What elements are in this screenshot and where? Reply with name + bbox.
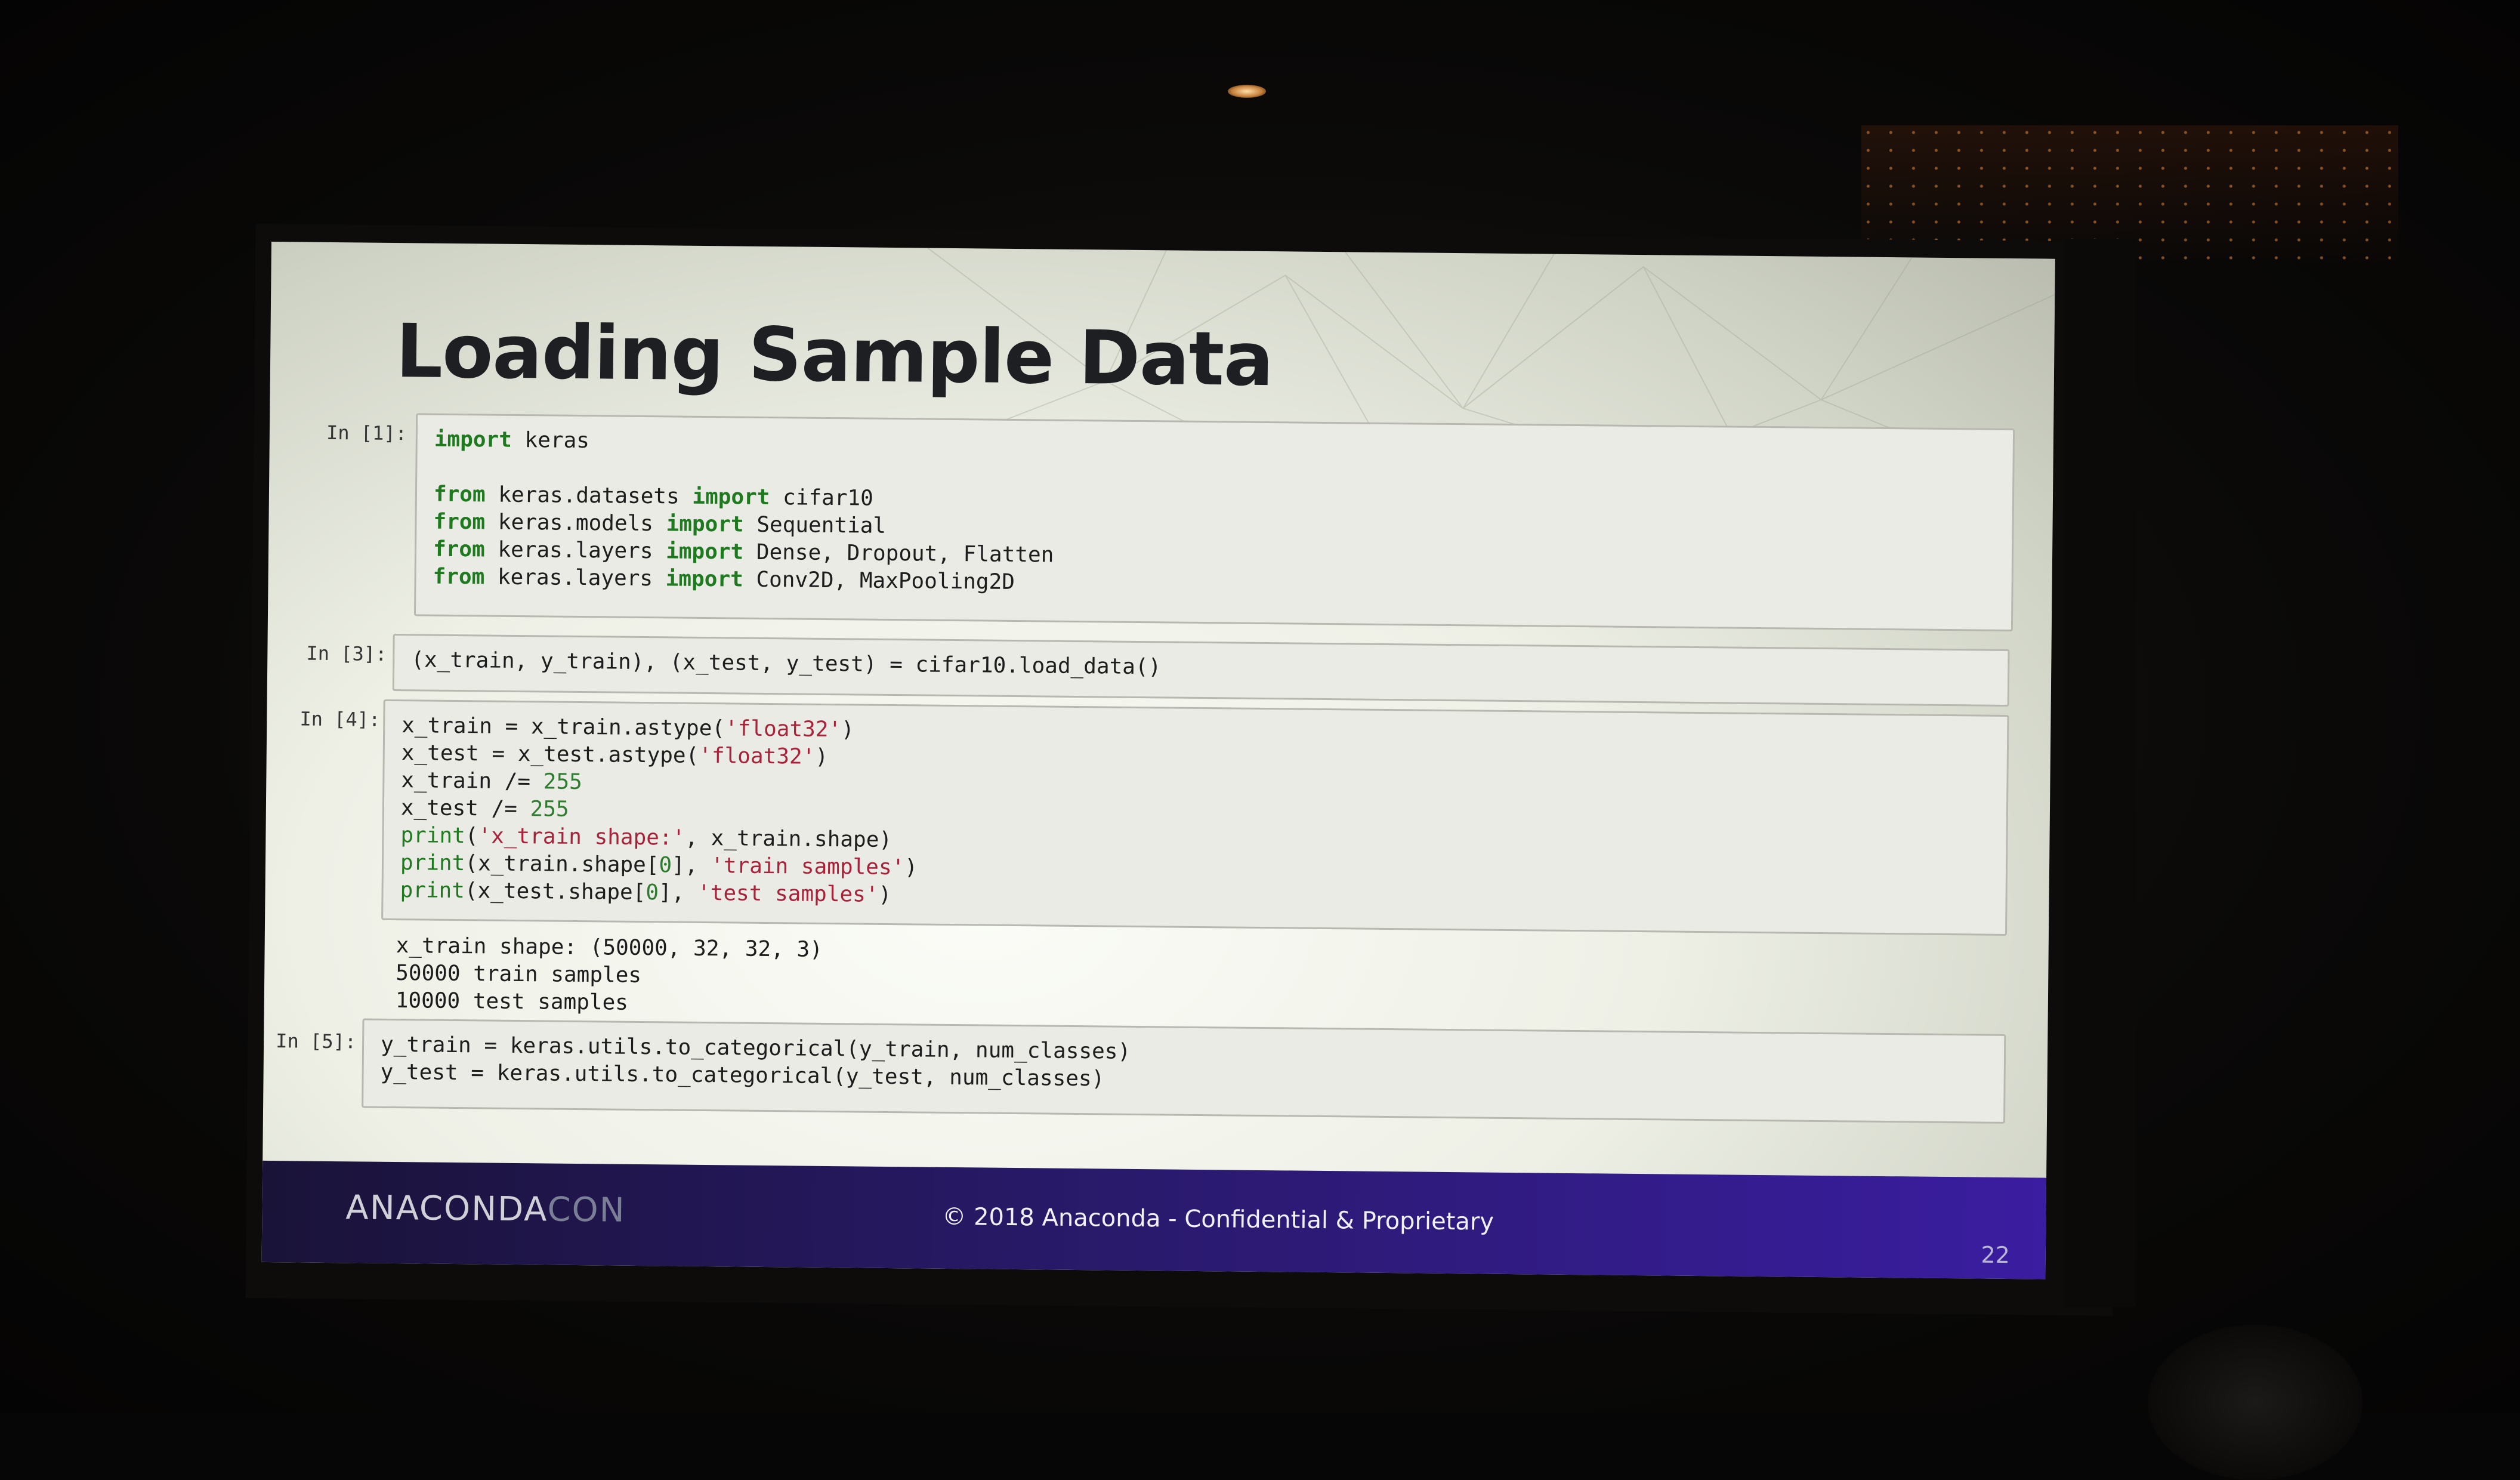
code-token: 0 xyxy=(646,880,659,905)
code-token: cifar10 xyxy=(770,485,874,511)
code-token: print xyxy=(400,850,465,876)
code-token: ) xyxy=(841,717,855,742)
output-line: 10000 test samples xyxy=(395,988,629,1015)
code-cell-1[interactable]: import keras from keras.datasets import c… xyxy=(413,413,2015,632)
slide-page-number: 22 xyxy=(1981,1241,2011,1269)
logo-main-text: ANACONDA xyxy=(345,1188,548,1229)
code-token: ], xyxy=(671,853,711,878)
code-token: Dense, Dropout, Flatten xyxy=(743,539,1054,568)
code-token: Conv2D, MaxPooling2D xyxy=(743,567,1015,594)
slide-title: Loading Sample Data xyxy=(395,309,1274,403)
code-token: from xyxy=(433,564,485,590)
code-token: x_train = x_train.astype( xyxy=(402,713,725,741)
code-token: , x_train.shape) xyxy=(685,825,892,853)
presentation-slide: Loading Sample Data In [1]: import keras… xyxy=(261,242,2055,1279)
code-token: (x_train, y_train), (x_test, y_test) = c… xyxy=(411,648,1162,680)
code-token: keras.models xyxy=(485,510,666,536)
code-token: (x_test.shape[ xyxy=(464,878,646,905)
code-cell-4[interactable]: x_train = x_train.astype('float32') x_tes… xyxy=(381,699,2009,936)
cell-prompt-1: In [1]: xyxy=(326,421,407,445)
code-token: from xyxy=(433,536,485,562)
audience-silhouette xyxy=(2148,1325,2362,1480)
ceiling-light xyxy=(1228,85,1266,98)
code-token: keras.layers xyxy=(484,565,666,591)
code-token: import xyxy=(692,484,770,510)
code-token: ) xyxy=(904,855,918,880)
code-token: import xyxy=(665,566,743,592)
code-token: x_test /= xyxy=(400,796,530,822)
code-token: x_train /= xyxy=(401,768,543,794)
output-line: x_train shape: (50000, 32, 32, 3) xyxy=(396,933,823,962)
code-token: 'train samples' xyxy=(711,853,905,880)
code-token: print xyxy=(400,878,465,904)
code-token: x_test = x_test.astype( xyxy=(401,741,699,768)
code-token: 'test samples' xyxy=(697,880,879,907)
code-token: 'x_train shape:' xyxy=(478,824,685,850)
anacondacon-logo: ANACONDACON xyxy=(345,1188,626,1230)
code-token: print xyxy=(400,823,466,849)
code-token: y_test = keras.utils.to_categorical(y_te… xyxy=(380,1059,1105,1092)
cell-prompt-5: In [5]: xyxy=(276,1029,357,1053)
code-token: import xyxy=(666,511,744,537)
output-line: 50000 train samples xyxy=(396,961,642,988)
code-token: Sequential xyxy=(743,512,887,538)
code-token: (x_train.shape[ xyxy=(465,851,659,878)
logo-accent-text: CON xyxy=(547,1190,626,1230)
code-token: ( xyxy=(465,824,478,849)
code-token: import xyxy=(434,427,512,452)
code-token: 255 xyxy=(543,769,582,795)
cell-prompt-3: In [3]: xyxy=(306,642,387,665)
code-token: ) xyxy=(878,882,892,908)
code-token: ) xyxy=(815,744,829,769)
code-line: (x_train, y_train), (x_test, y_test) = c… xyxy=(411,646,1991,689)
code-token: 'float32' xyxy=(724,716,842,742)
copyright-notice: © 2018 Anaconda - Confidential & Proprie… xyxy=(942,1202,1494,1236)
code-token: import xyxy=(665,539,744,565)
code-token: ], xyxy=(658,880,698,905)
code-token: keras.layers xyxy=(484,537,666,564)
code-token: keras xyxy=(511,427,590,454)
screen-side-shadow xyxy=(2064,239,2136,1307)
code-token: 'float32' xyxy=(699,743,816,769)
code-cell-3[interactable]: (x_train, y_train), (x_test, y_test) = c… xyxy=(392,633,2010,707)
code-token: 0 xyxy=(659,853,672,878)
code-token: from xyxy=(433,482,486,507)
slide-footer: ANACONDACON © 2018 Anaconda - Confidenti… xyxy=(261,1160,2047,1279)
code-token: from xyxy=(433,509,486,535)
cell-output-4: x_train shape: (50000, 32, 32, 3) 50000 t… xyxy=(396,932,823,1019)
code-cell-5[interactable]: y_train = keras.utils.to_categorical(y_t… xyxy=(362,1018,2006,1124)
code-token: keras.datasets xyxy=(485,482,693,509)
code-token: 255 xyxy=(530,797,569,822)
cell-prompt-4: In [4]: xyxy=(299,707,381,731)
